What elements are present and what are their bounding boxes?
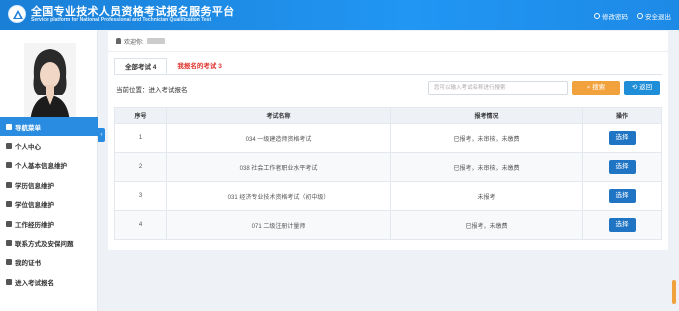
user-icon — [6, 162, 12, 169]
change-password-label: 修改密码 — [602, 14, 628, 21]
sidebar-item-basic-info[interactable]: 个人基本信息维护 — [0, 156, 98, 175]
choose-button[interactable]: 选择 — [608, 160, 636, 174]
exam-status: 已报考，未缴费 — [390, 210, 583, 240]
key-icon — [594, 13, 600, 19]
change-password-link[interactable]: 修改密码 — [594, 11, 628, 21]
sidebar-collapse-button[interactable]: ‹ — [98, 128, 105, 142]
table-row: 4 071 二级注册计量师 已报考，未缴费 选择 — [114, 210, 662, 240]
site-subtitle: Service platform for National Profession… — [31, 17, 212, 23]
exam-name: 038 社会工作者职业水平考试 — [166, 152, 391, 182]
exam-name: 034 一级建造师资格考试 — [166, 123, 391, 153]
action-cell: 选择 — [582, 210, 662, 240]
search-button-label: 搜索 — [592, 84, 606, 91]
user-icon — [116, 38, 121, 44]
username-redacted — [146, 38, 165, 44]
exam-name: 071 二级注册计量师 — [166, 210, 391, 240]
exam-name: 031 经济专业技术资格考试（初中级） — [166, 181, 391, 211]
sidebar-item-certificates[interactable]: 我的证书 — [0, 253, 98, 272]
row-number: 4 — [114, 210, 167, 240]
mortarboard-icon — [6, 201, 12, 208]
welcome-bar: 欢迎你: — [108, 31, 668, 51]
circle-icon — [6, 278, 12, 285]
user-icon — [6, 143, 12, 150]
table-row: 2 038 社会工作者职业水平考试 已报考，未审核，未缴费 选择 — [114, 152, 662, 182]
row-number: 2 — [114, 152, 167, 182]
sidebar-item-label: 联系方式及安保问题 — [15, 241, 74, 249]
sidebar-item-nav-menu[interactable]: 导航菜单 — [0, 117, 98, 137]
chevron-left-icon: ‹ — [100, 132, 103, 138]
home-icon — [6, 123, 12, 130]
row-number: 3 — [114, 181, 167, 211]
back-button-label: 返回 — [639, 84, 653, 91]
action-cell: 选择 — [582, 152, 662, 182]
exam-status: 未报考 — [390, 181, 583, 211]
logo — [8, 5, 26, 23]
choose-button[interactable]: 选择 — [608, 131, 636, 145]
tab-my-exams[interactable]: 我报名的考试 3 — [167, 58, 231, 75]
logout-icon — [637, 13, 643, 19]
briefcase-icon — [6, 220, 12, 227]
tab-all-exams[interactable]: 全部考试 4 — [114, 58, 168, 75]
sidebar-item-exam-registration[interactable]: 进入考试报名 — [0, 272, 98, 291]
action-cell: 选择 — [582, 181, 662, 211]
search-button[interactable]: ⌕ 搜索 — [572, 81, 620, 95]
row-number: 1 — [114, 123, 167, 153]
sidebar-item-label: 个人基本信息维护 — [15, 163, 67, 171]
sidebar-item-label: 进入考试报名 — [15, 279, 54, 287]
breadcrumb: 当前位置：进入考试报名 — [116, 87, 188, 94]
graduation-cap-icon — [6, 181, 12, 188]
top-header: 全国专业技术人员资格考试报名服务平台 Service platform for … — [0, 0, 679, 30]
table-row: 3 031 经济专业技术资格考试（初中级） 未报考 选择 — [114, 181, 662, 211]
sidebar-item-label: 学历信息维护 — [15, 182, 54, 190]
search-input[interactable]: 您可以输入考试名称进行搜索 — [428, 81, 568, 95]
welcome-label: 欢迎你: — [124, 39, 144, 46]
choose-button[interactable]: 选择 — [608, 218, 636, 232]
sidebar-item-personal-center[interactable]: 个人中心 — [0, 136, 98, 155]
sidebar-item-education[interactable]: 学历信息维护 — [0, 175, 98, 194]
certificate-icon — [6, 259, 12, 266]
sidebar-item-label: 个人中心 — [15, 144, 41, 152]
exam-status: 已报考，未审核，未缴费 — [390, 123, 583, 153]
sidebar-item-work-experience[interactable]: 工作经历维护 — [0, 214, 98, 233]
top-links: 修改密码 安全退出 — [594, 11, 671, 21]
main-panel: 全部考试 4 我报名的考试 3 当前位置：进入考试报名 您可以输入考试名称进行搜… — [108, 52, 668, 250]
sidebar-menu: 导航菜单 个人中心 个人基本信息维护 学历信息维护 学位信息维护 工作经历维护 … — [0, 117, 98, 292]
sidebar: 导航菜单 个人中心 个人基本信息维护 学历信息维护 学位信息维护 工作经历维护 … — [0, 30, 98, 311]
column-header: 考试名称 — [166, 107, 391, 124]
table-row: 1 034 一级建造师资格考试 已报考，未审核，未缴费 选择 — [114, 123, 662, 153]
logout-label: 安全退出 — [645, 14, 671, 21]
sidebar-item-degree[interactable]: 学位信息维护 — [0, 195, 98, 214]
sidebar-item-label: 我的证书 — [15, 260, 41, 268]
exam-tabs: 全部考试 4 我报名的考试 3 — [114, 58, 232, 75]
action-cell: 选择 — [582, 123, 662, 153]
phone-icon — [6, 240, 12, 247]
tab-divider — [114, 74, 662, 75]
table-header-row: 序号 考试名称 报考情况 操作 — [114, 107, 662, 124]
column-header: 操作 — [582, 107, 662, 124]
sidebar-item-label: 导航菜单 — [15, 124, 41, 132]
sidebar-item-contact-security[interactable]: 联系方式及安保问题 — [0, 233, 98, 252]
column-header: 报考情况 — [390, 107, 583, 124]
avatar — [24, 43, 76, 123]
sidebar-item-label: 学位信息维护 — [15, 202, 54, 210]
logout-link[interactable]: 安全退出 — [637, 11, 671, 21]
column-header: 序号 — [114, 107, 167, 124]
sidebar-item-label: 工作经历维护 — [15, 221, 54, 229]
back-button[interactable]: ⟲ 返回 — [624, 81, 660, 95]
scrollbar-thumb[interactable] — [672, 280, 676, 304]
choose-button[interactable]: 选择 — [608, 189, 636, 203]
exam-table: 序号 考试名称 报考情况 操作 1 034 一级建造师资格考试 已报考，未审核，… — [114, 107, 662, 240]
exam-status: 已报考，未审核，未缴费 — [390, 152, 583, 182]
